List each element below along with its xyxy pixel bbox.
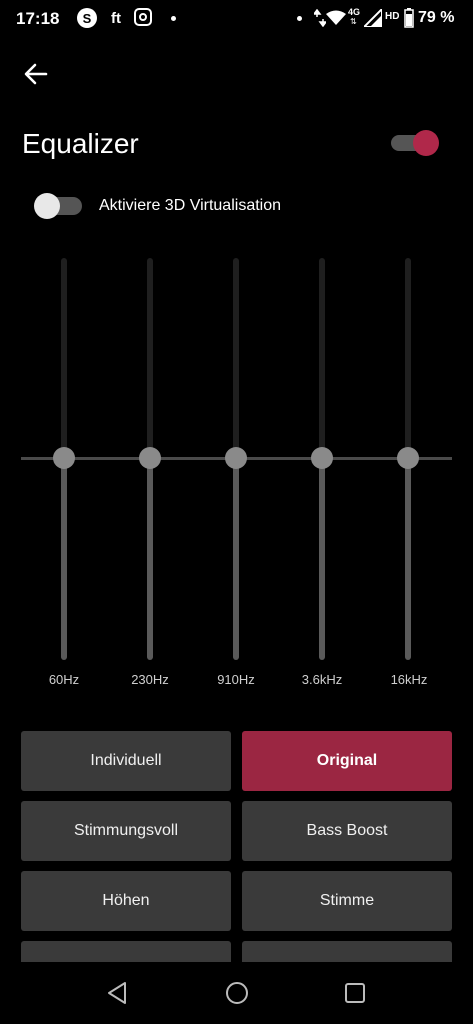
band-track-lower bbox=[319, 458, 325, 660]
data-transfer-icon bbox=[314, 9, 326, 27]
preset-hoehen-button[interactable]: Höhen bbox=[21, 871, 231, 931]
page-title: Equalizer bbox=[22, 128, 139, 159]
status-bar: 17:18 S ft 4G ⇅ HD 79 % bbox=[0, 0, 473, 38]
wifi-icon bbox=[326, 10, 346, 25]
network-arrows-icon: ⇅ bbox=[350, 17, 357, 26]
preset-individuell-button[interactable]: Individuell bbox=[21, 731, 231, 791]
band-label: 16kHz bbox=[390, 672, 428, 687]
band-label: 60Hz bbox=[48, 672, 80, 687]
network-type-label: 4G bbox=[348, 7, 361, 17]
band-slider-910hz[interactable] bbox=[225, 447, 247, 469]
band-slider-3-6khz[interactable] bbox=[311, 447, 333, 469]
band-track-lower bbox=[147, 458, 153, 660]
navigation-bar bbox=[0, 962, 473, 1024]
band-track-upper bbox=[405, 258, 411, 458]
preset-stimme-button[interactable]: Stimme bbox=[242, 871, 452, 931]
nav-back-icon[interactable] bbox=[106, 981, 128, 1005]
battery-percent: 79 % bbox=[418, 9, 455, 26]
band-slider-60hz[interactable] bbox=[53, 447, 75, 469]
nav-recents-icon[interactable] bbox=[344, 982, 366, 1004]
battery-icon bbox=[404, 8, 414, 28]
preset-partial-button[interactable] bbox=[242, 941, 452, 962]
band-slider-230hz[interactable] bbox=[139, 447, 161, 469]
hd-label: HD bbox=[385, 11, 400, 22]
ft-app-icon: ft bbox=[111, 9, 121, 27]
band-track-upper bbox=[147, 258, 153, 458]
band-track-upper bbox=[61, 258, 67, 458]
band-track-upper bbox=[233, 258, 239, 458]
preset-partial-button[interactable] bbox=[21, 941, 231, 962]
band-track-lower bbox=[405, 458, 411, 660]
signal-icon bbox=[364, 9, 382, 27]
preset-bass-boost-button[interactable]: Bass Boost bbox=[242, 801, 452, 861]
equalizer-toggle[interactable] bbox=[391, 130, 439, 156]
band-label: 910Hz bbox=[217, 672, 255, 687]
band-track-upper bbox=[319, 258, 325, 458]
band-slider-16khz[interactable] bbox=[397, 447, 419, 469]
skype-icon: S bbox=[77, 8, 97, 28]
band-track-lower bbox=[61, 458, 67, 660]
status-time: 17:18 bbox=[16, 9, 60, 28]
toggle-knob bbox=[413, 130, 439, 156]
toggle-knob bbox=[34, 193, 60, 219]
instagram-icon bbox=[134, 8, 152, 26]
notification-dot-icon bbox=[171, 16, 176, 21]
notification-dot-icon bbox=[297, 16, 302, 21]
nav-home-icon[interactable] bbox=[225, 981, 249, 1005]
band-label: 230Hz bbox=[131, 672, 169, 687]
virtualisation-toggle[interactable] bbox=[34, 193, 84, 219]
band-track-lower bbox=[233, 458, 239, 660]
band-label: 3.6kHz bbox=[301, 672, 343, 687]
preset-original-button[interactable]: Original bbox=[242, 731, 452, 791]
back-arrow-icon[interactable] bbox=[22, 60, 50, 88]
virtualisation-label: Aktiviere 3D Virtualisation bbox=[99, 197, 282, 214]
preset-stimmungsvoll-button[interactable]: Stimmungsvoll bbox=[21, 801, 231, 861]
